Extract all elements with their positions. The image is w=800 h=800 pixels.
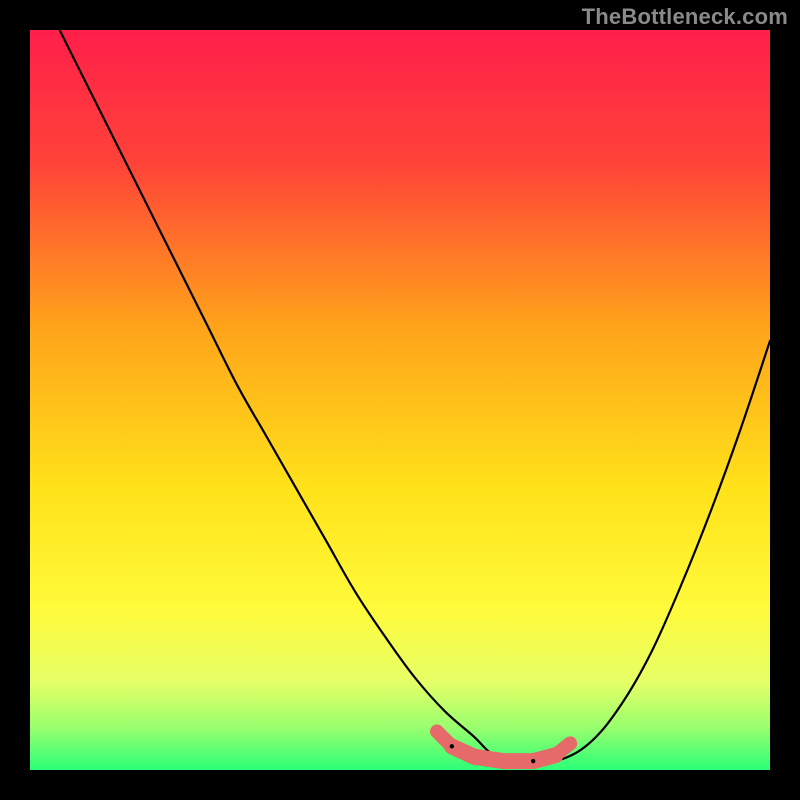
optimal-zone-segment bbox=[555, 743, 570, 755]
chart-svg bbox=[0, 0, 800, 800]
watermark-text: TheBottleneck.com bbox=[582, 4, 788, 30]
optimal-zone-dot bbox=[531, 759, 535, 763]
chart-frame: TheBottleneck.com bbox=[0, 0, 800, 800]
optimal-zone-dot bbox=[450, 744, 454, 748]
